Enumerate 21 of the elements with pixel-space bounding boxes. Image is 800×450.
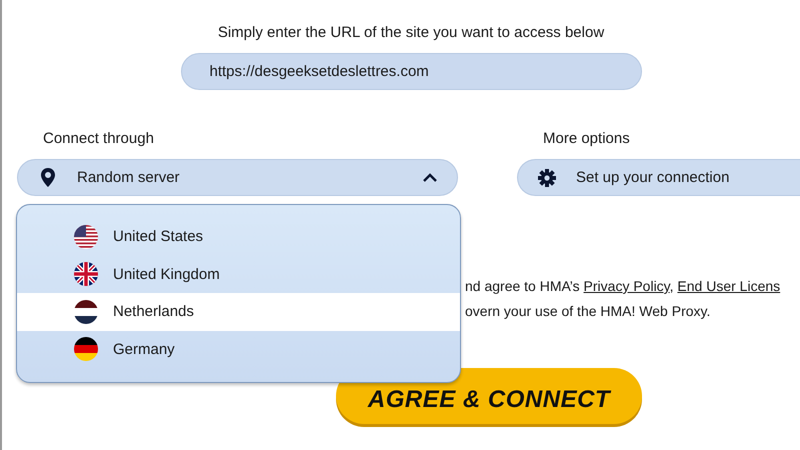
settings-icon bbox=[538, 168, 556, 186]
setup-connection-button[interactable]: Set up your connection bbox=[517, 159, 800, 196]
terms-text: nd agree to HMA’s Privacy Policy, End User Licens bbox=[465, 278, 782, 294]
flag-icon bbox=[74, 337, 98, 362]
license-link[interactable]: End User Licens bbox=[677, 278, 780, 294]
privacy-policy-link[interactable]: Privacy Policy bbox=[584, 278, 670, 294]
url-prompt: Simply enter the URL of the site you want to access below bbox=[218, 24, 604, 41]
server-option[interactable]: Germany bbox=[17, 330, 460, 368]
server-option[interactable]: Netherlands bbox=[17, 293, 460, 330]
more-options-label: More options bbox=[543, 130, 631, 147]
url-field[interactable]: https://desgeeksetdeslettres.com bbox=[180, 53, 642, 90]
flag-icon bbox=[74, 300, 98, 324]
connect-label: Connect through bbox=[43, 130, 155, 147]
caret-icon bbox=[423, 173, 437, 182]
server-select[interactable]: Random server bbox=[17, 159, 458, 196]
flag-icon bbox=[74, 262, 98, 286]
flag-icon bbox=[74, 224, 98, 249]
server-option[interactable]: United Kingdom bbox=[17, 256, 460, 293]
server-option[interactable]: United States bbox=[17, 218, 460, 256]
terms-text: overn your use of the HMA! Web Proxy. bbox=[465, 303, 712, 319]
location-pin-icon bbox=[41, 168, 55, 187]
